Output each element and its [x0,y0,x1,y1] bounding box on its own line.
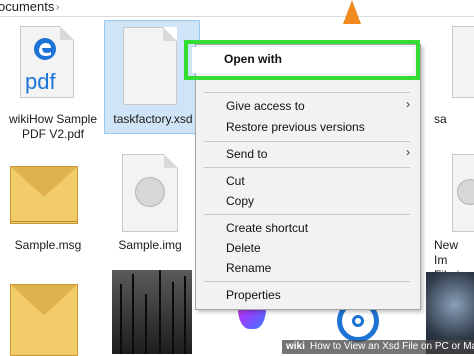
file-label: taskfactory.xsd [113,112,193,126]
address-bar[interactable]: ocuments › [0,0,474,17]
menu-item-give-access[interactable]: Give access to [226,99,305,113]
document-icon [452,26,474,98]
file-label: Sample.img [118,238,182,252]
watermark-title: How to View an Xsd File on PC or Mac [310,341,474,352]
breadcrumb-documents[interactable]: ocuments [0,0,54,14]
menu-item-properties[interactable]: Properties [226,288,281,302]
menu-item-create-shortcut[interactable]: Create shortcut [226,221,308,235]
file-label: Sample.msg [14,238,82,252]
chevron-right-icon: › [406,145,410,159]
disc-icon [135,177,165,207]
watermark-brand: wiki [286,341,305,352]
pdf-badge-label: pdf [25,69,56,94]
edge-logo-icon [34,38,56,60]
file-label: wikiHow Sample PDF V2.pdf [8,112,98,141]
menu-item-delete[interactable]: Delete [226,241,261,255]
envelope-icon[interactable] [10,284,78,356]
disc-image-document-icon [452,154,474,232]
menu-item-cut[interactable]: Cut [226,174,245,188]
menu-item-restore-previous-versions[interactable]: Restore previous versions [226,120,365,134]
pdf-document-icon: pdf [20,26,74,98]
envelope-icon [10,166,78,224]
highlight-box [184,40,420,80]
context-menu: Give access to › Restore previous versio… [195,44,421,310]
forest-image-thumbnail[interactable] [112,270,192,354]
menu-item-copy[interactable]: Copy [226,194,254,208]
chevron-right-icon: › [406,97,410,111]
disc-image-document-icon [122,154,178,232]
file-label: sa [434,112,447,126]
blank-document-icon [123,27,177,105]
menu-item-send-to[interactable]: Send to [226,147,267,161]
menu-item-rename[interactable]: Rename [226,261,271,275]
chevron-right-icon[interactable]: › [56,2,59,13]
wikihow-watermark: wiki How to View an Xsd File on PC or Ma… [282,340,474,354]
vlc-cone-icon [343,0,361,24]
